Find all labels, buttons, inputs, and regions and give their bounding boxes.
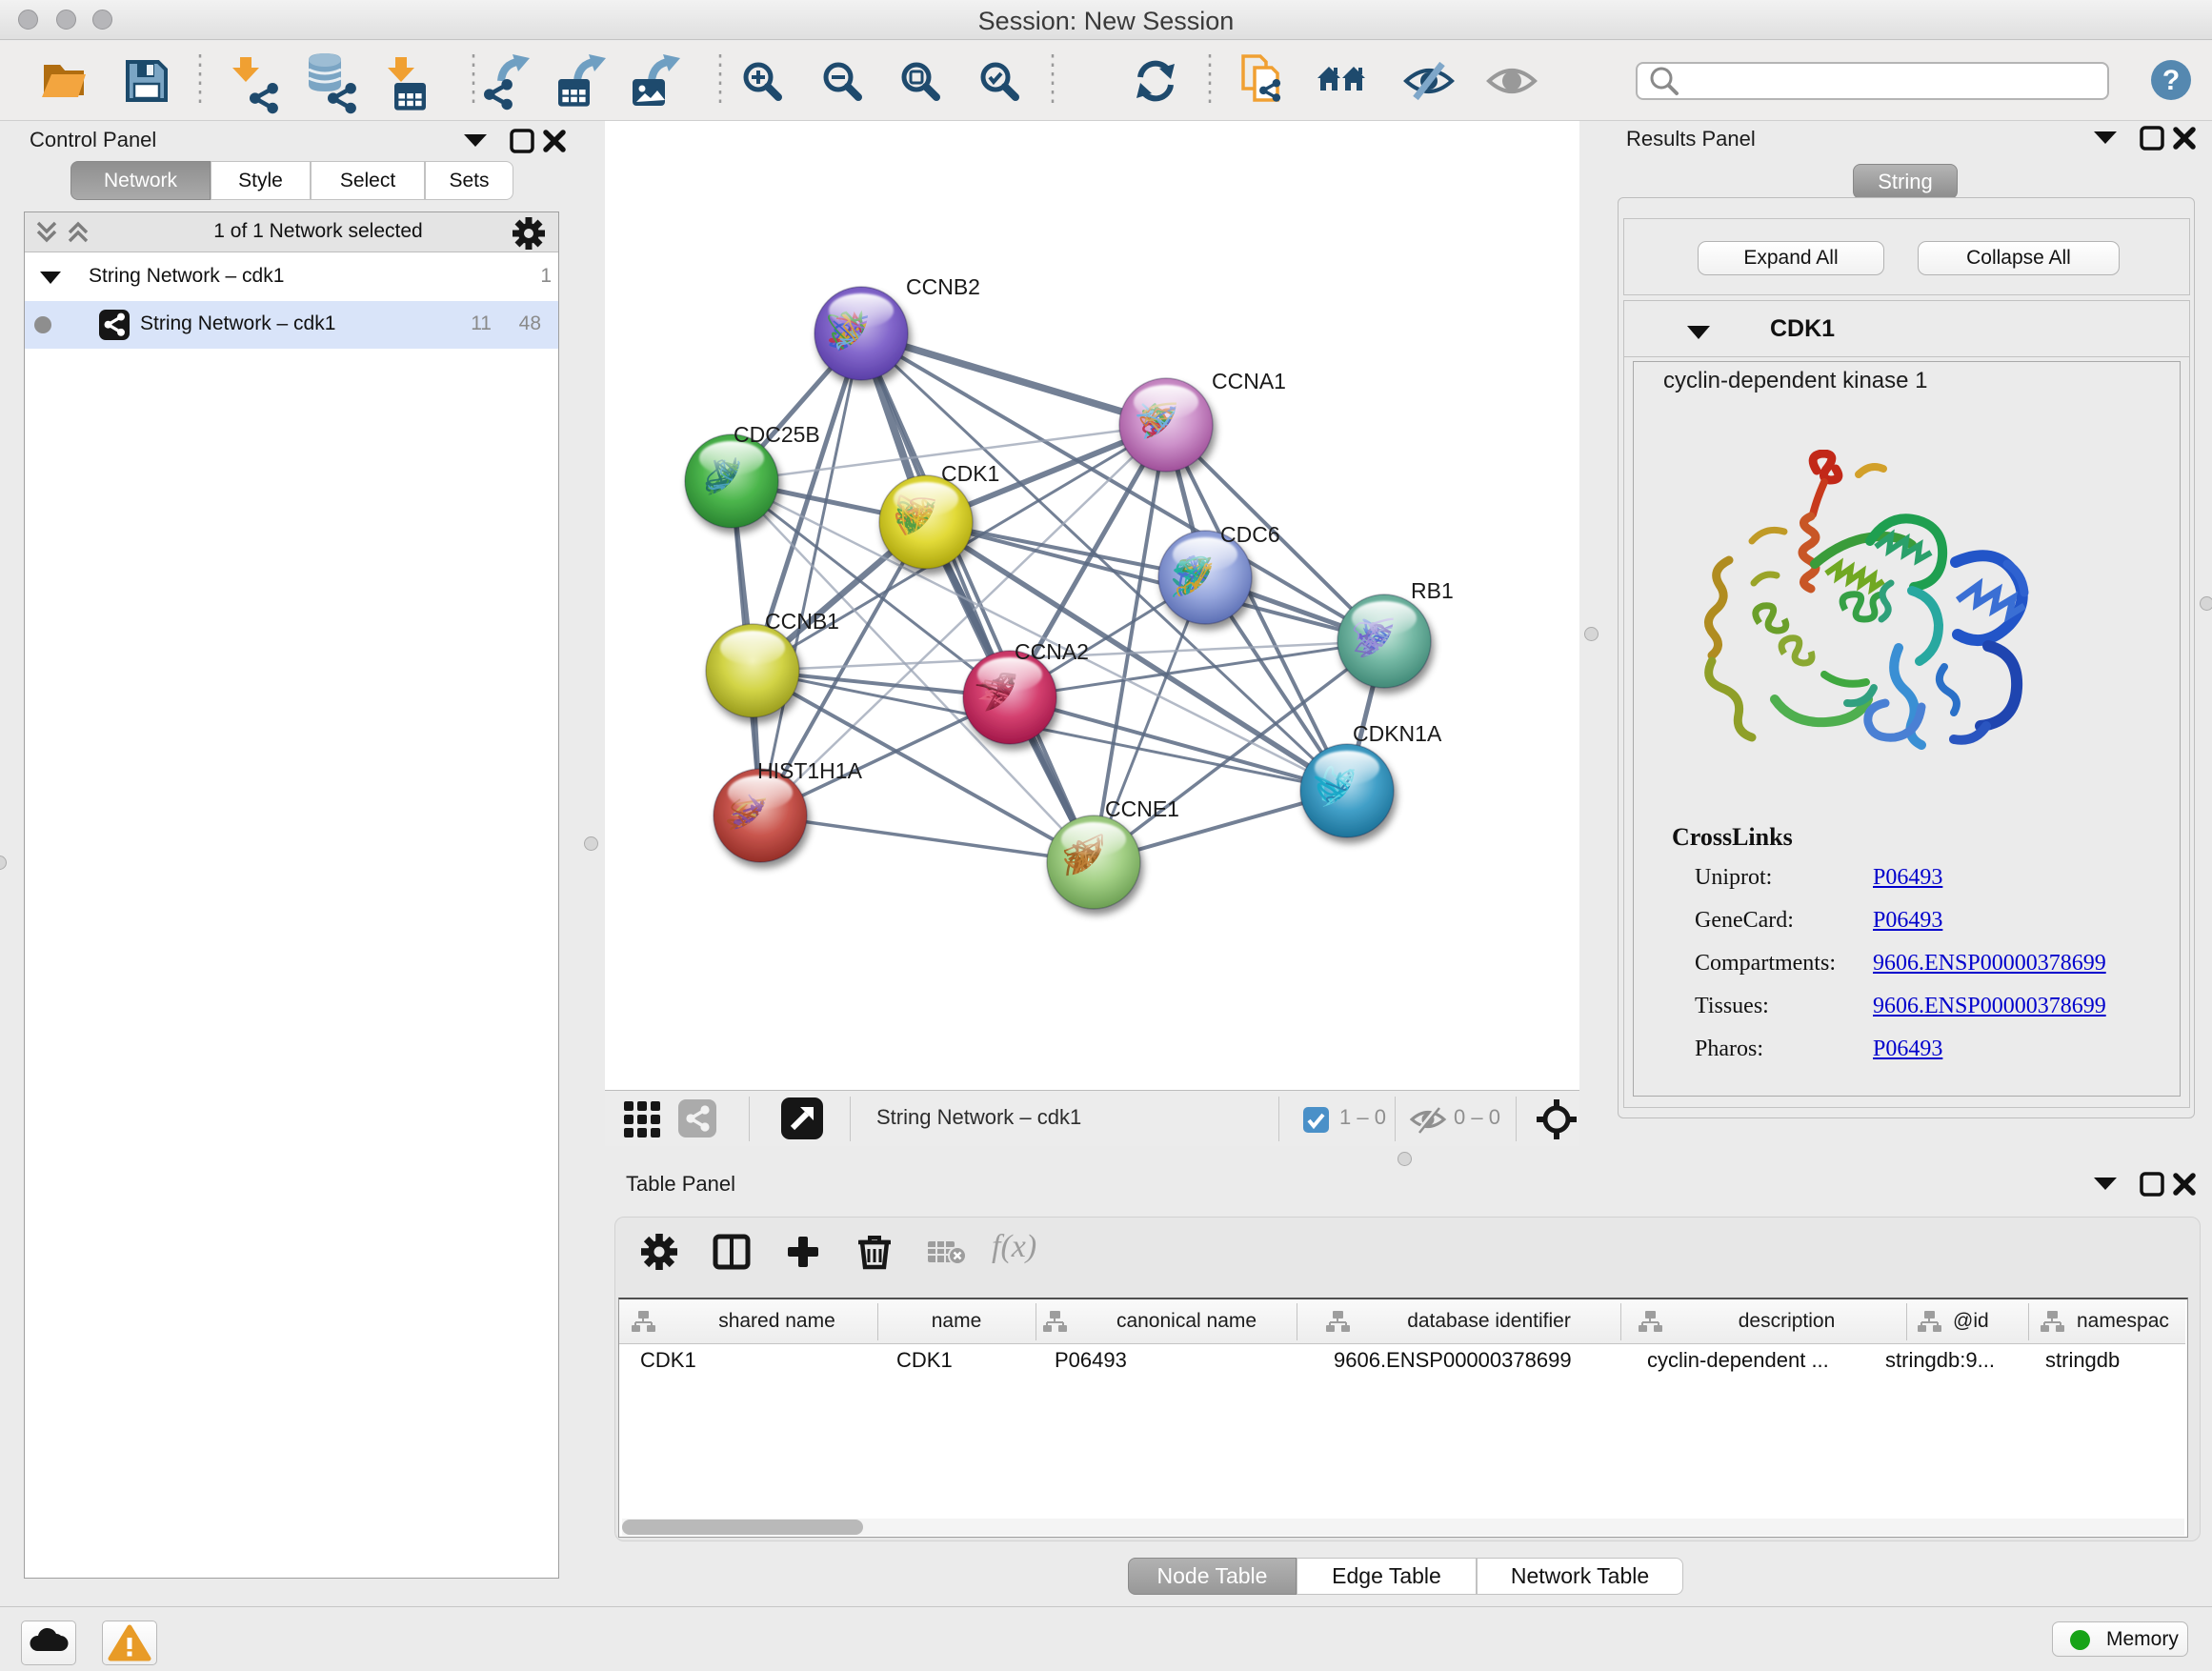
svg-text:CCNE1: CCNE1 — [1105, 796, 1179, 821]
svg-text:CCNB1: CCNB1 — [765, 609, 839, 634]
svg-text:CDK1: CDK1 — [941, 461, 999, 486]
svg-text:HIST1H1A: HIST1H1A — [757, 758, 863, 783]
svg-text:CDC25B: CDC25B — [734, 422, 820, 447]
svg-text:RB1: RB1 — [1411, 578, 1454, 603]
svg-text:CCNB2: CCNB2 — [906, 274, 980, 299]
svg-text:CDKN1A: CDKN1A — [1353, 721, 1442, 746]
svg-text:CCNA2: CCNA2 — [1015, 639, 1089, 664]
svg-text:CCNA1: CCNA1 — [1212, 369, 1286, 393]
svg-text:CDC6: CDC6 — [1220, 522, 1280, 547]
svg-text:?: ? — [2162, 65, 2180, 96]
